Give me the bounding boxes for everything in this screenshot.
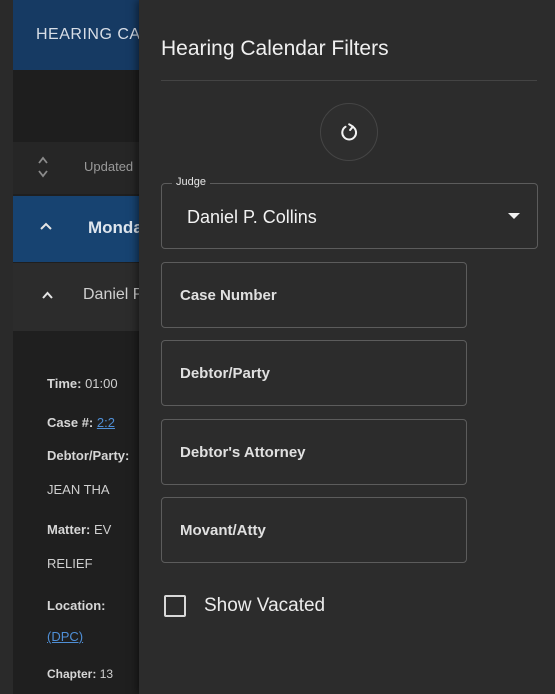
- matter-value: EV: [93, 522, 112, 537]
- movant-atty-field[interactable]: [161, 497, 467, 563]
- judge-select-label: Judge: [172, 176, 210, 188]
- movant-atty-input[interactable]: [162, 498, 466, 562]
- case-line: Case #: 2:2: [47, 415, 115, 430]
- location-label: Location:: [47, 598, 106, 613]
- judge-select-value: Daniel P. Collins: [187, 207, 317, 227]
- matter-label: Matter:: [47, 522, 91, 537]
- judge-select[interactable]: Judge Daniel P. Collins: [161, 176, 538, 249]
- case-label: Case #:: [47, 415, 94, 430]
- case-number-field[interactable]: [161, 262, 467, 328]
- debtors-attorney-input[interactable]: [162, 420, 466, 484]
- drawer-title: Hearing Calendar Filters: [161, 37, 389, 60]
- chevron-up-icon: [40, 222, 52, 230]
- case-number-input[interactable]: [162, 263, 466, 327]
- location-line: Location:: [47, 598, 106, 613]
- chapter-label: Chapter:: [47, 667, 97, 681]
- location-link[interactable]: (DPC): [47, 629, 83, 644]
- time-line: Time: 01:00: [47, 376, 118, 391]
- matter-value-continued: RELIEF: [47, 556, 93, 571]
- show-vacated-row[interactable]: Show Vacated: [164, 592, 325, 620]
- debtor-label-line: Debtor/Party:: [47, 448, 129, 463]
- sort-icon[interactable]: [36, 154, 50, 180]
- debtor-label: Debtor/Party:: [47, 448, 130, 463]
- chapter-line: Chapter: 13: [47, 667, 113, 681]
- debtors-attorney-field[interactable]: [161, 419, 467, 485]
- drawer-divider: [161, 80, 537, 81]
- caret-down-icon: [508, 213, 520, 219]
- time-label: Time:: [47, 376, 82, 391]
- chevron-up-icon: [42, 291, 53, 299]
- update-label: Updated: [84, 159, 134, 174]
- chapter-value: 13: [99, 667, 114, 681]
- matter-line: Matter: EV: [47, 522, 111, 537]
- case-link[interactable]: 2:2: [97, 415, 115, 430]
- reset-filters-button[interactable]: [320, 103, 378, 161]
- time-value: 01:00: [85, 376, 118, 391]
- show-vacated-label[interactable]: Show Vacated: [204, 595, 325, 617]
- debtor-value: JEAN THA: [47, 482, 110, 497]
- filter-drawer: Hearing Calendar Filters Judge Daniel P.…: [139, 0, 555, 694]
- debtor-party-field[interactable]: [161, 340, 467, 406]
- refresh-icon: [341, 123, 357, 141]
- debtor-party-input[interactable]: [162, 341, 466, 405]
- show-vacated-checkbox[interactable]: [164, 595, 186, 617]
- left-edge-strip: [0, 0, 13, 694]
